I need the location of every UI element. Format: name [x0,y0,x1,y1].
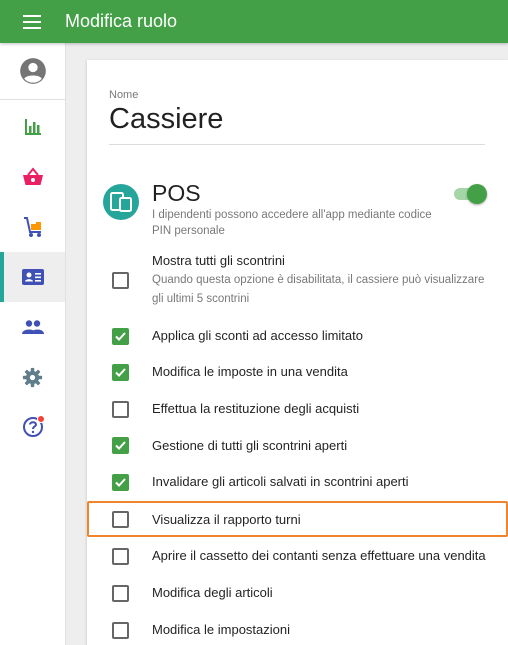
page-title: Modifica ruolo [65,11,178,31]
permission-label: Aprire il cassetto dei contanti senza ef… [152,548,486,563]
checkmark-icon [115,332,126,341]
name-field[interactable]: Cassiere [109,103,223,136]
permission-row[interactable]: Modifica degli articoli [87,578,508,610]
sidebar-item-items[interactable] [0,152,65,202]
permission-row[interactable]: Visualizza il rapporto turni [87,504,508,536]
sidebar-item-reports[interactable] [0,102,65,152]
pos-section-description: I dipendenti possono accedere all'app me… [152,209,432,237]
sidebar-item-customers[interactable] [0,302,65,352]
permission-checkbox[interactable] [112,437,129,454]
permission-description: Quando questa opzione è disabilitata, il… [152,274,485,305]
app-bar: Modifica ruolo [0,0,508,43]
hamburger-menu-icon [23,14,41,29]
sidebar-item-inventory[interactable] [0,202,65,252]
permission-label: Applica gli sconti ad accesso limitato [152,328,363,343]
permission-row[interactable]: Aprire il cassetto dei contanti senza ef… [87,541,508,573]
permission-label: Visualizza il rapporto turni [152,512,301,527]
permission-row[interactable]: Applica gli sconti ad accesso limitato [87,320,508,352]
permission-row[interactable]: Invalidare gli articoli salvati in scont… [87,467,508,499]
customers-icon [21,320,44,334]
inventory-cart-icon [23,217,41,237]
pos-access-toggle[interactable] [454,184,487,204]
name-field-underline [109,144,485,145]
permission-checkbox[interactable] [112,548,129,565]
permission-checkbox[interactable] [112,328,129,345]
permission-checkbox[interactable] [112,272,129,289]
account-circle-icon [19,58,46,84]
bar-chart-icon [24,119,41,135]
permission-label: Modifica le impostazioni [152,622,291,637]
permission-checkbox[interactable] [112,585,129,602]
sidebar [0,43,66,645]
permission-label: Modifica degli articoli [152,585,273,600]
notification-badge [37,415,45,423]
permission-label: Modifica le imposte in una vendita [152,364,348,379]
pos-devices-icon [103,184,139,220]
permission-row[interactable]: Mostra tutti gli scontrini Quando questa… [87,248,508,308]
menu-button[interactable] [0,0,64,43]
sidebar-item-settings[interactable] [0,352,65,402]
permission-label: Gestione di tutti gli scontrini aperti [152,438,348,453]
permission-row[interactable]: Modifica le imposte in una vendita [87,357,508,389]
name-field-label: Nome [109,89,139,101]
sidebar-item-employees[interactable] [0,252,65,302]
permission-checkbox[interactable] [112,401,129,418]
permission-checkbox[interactable] [112,364,129,381]
permission-checkbox[interactable] [112,474,129,491]
devices-icon [110,192,132,212]
checkmark-icon [115,478,126,487]
checkmark-icon [115,368,126,377]
toggle-thumb [467,184,487,204]
permission-checkbox[interactable] [112,511,129,528]
employee-card-icon [21,269,44,285]
sidebar-item-help[interactable] [0,402,65,452]
permission-label: Mostra tutti gli scontrini [152,253,285,268]
role-edit-card: Nome Cassiere POS I dipendenti possono a… [87,60,508,645]
gear-icon [22,367,43,387]
permission-row[interactable]: Effettua la restituzione degli acquisti [87,394,508,426]
permission-checkbox[interactable] [112,622,129,639]
permission-label: Invalidare gli articoli salvati in scont… [152,474,409,489]
permission-label: Effettua la restituzione degli acquisti [152,401,360,416]
pos-section-title: POS [152,180,201,206]
permission-row[interactable]: Modifica le impostazioni [87,615,508,645]
permission-row[interactable]: Gestione di tutti gli scontrini aperti [87,431,508,463]
checkmark-icon [115,441,126,450]
account-avatar[interactable] [0,43,65,100]
basket-icon [22,167,43,185]
